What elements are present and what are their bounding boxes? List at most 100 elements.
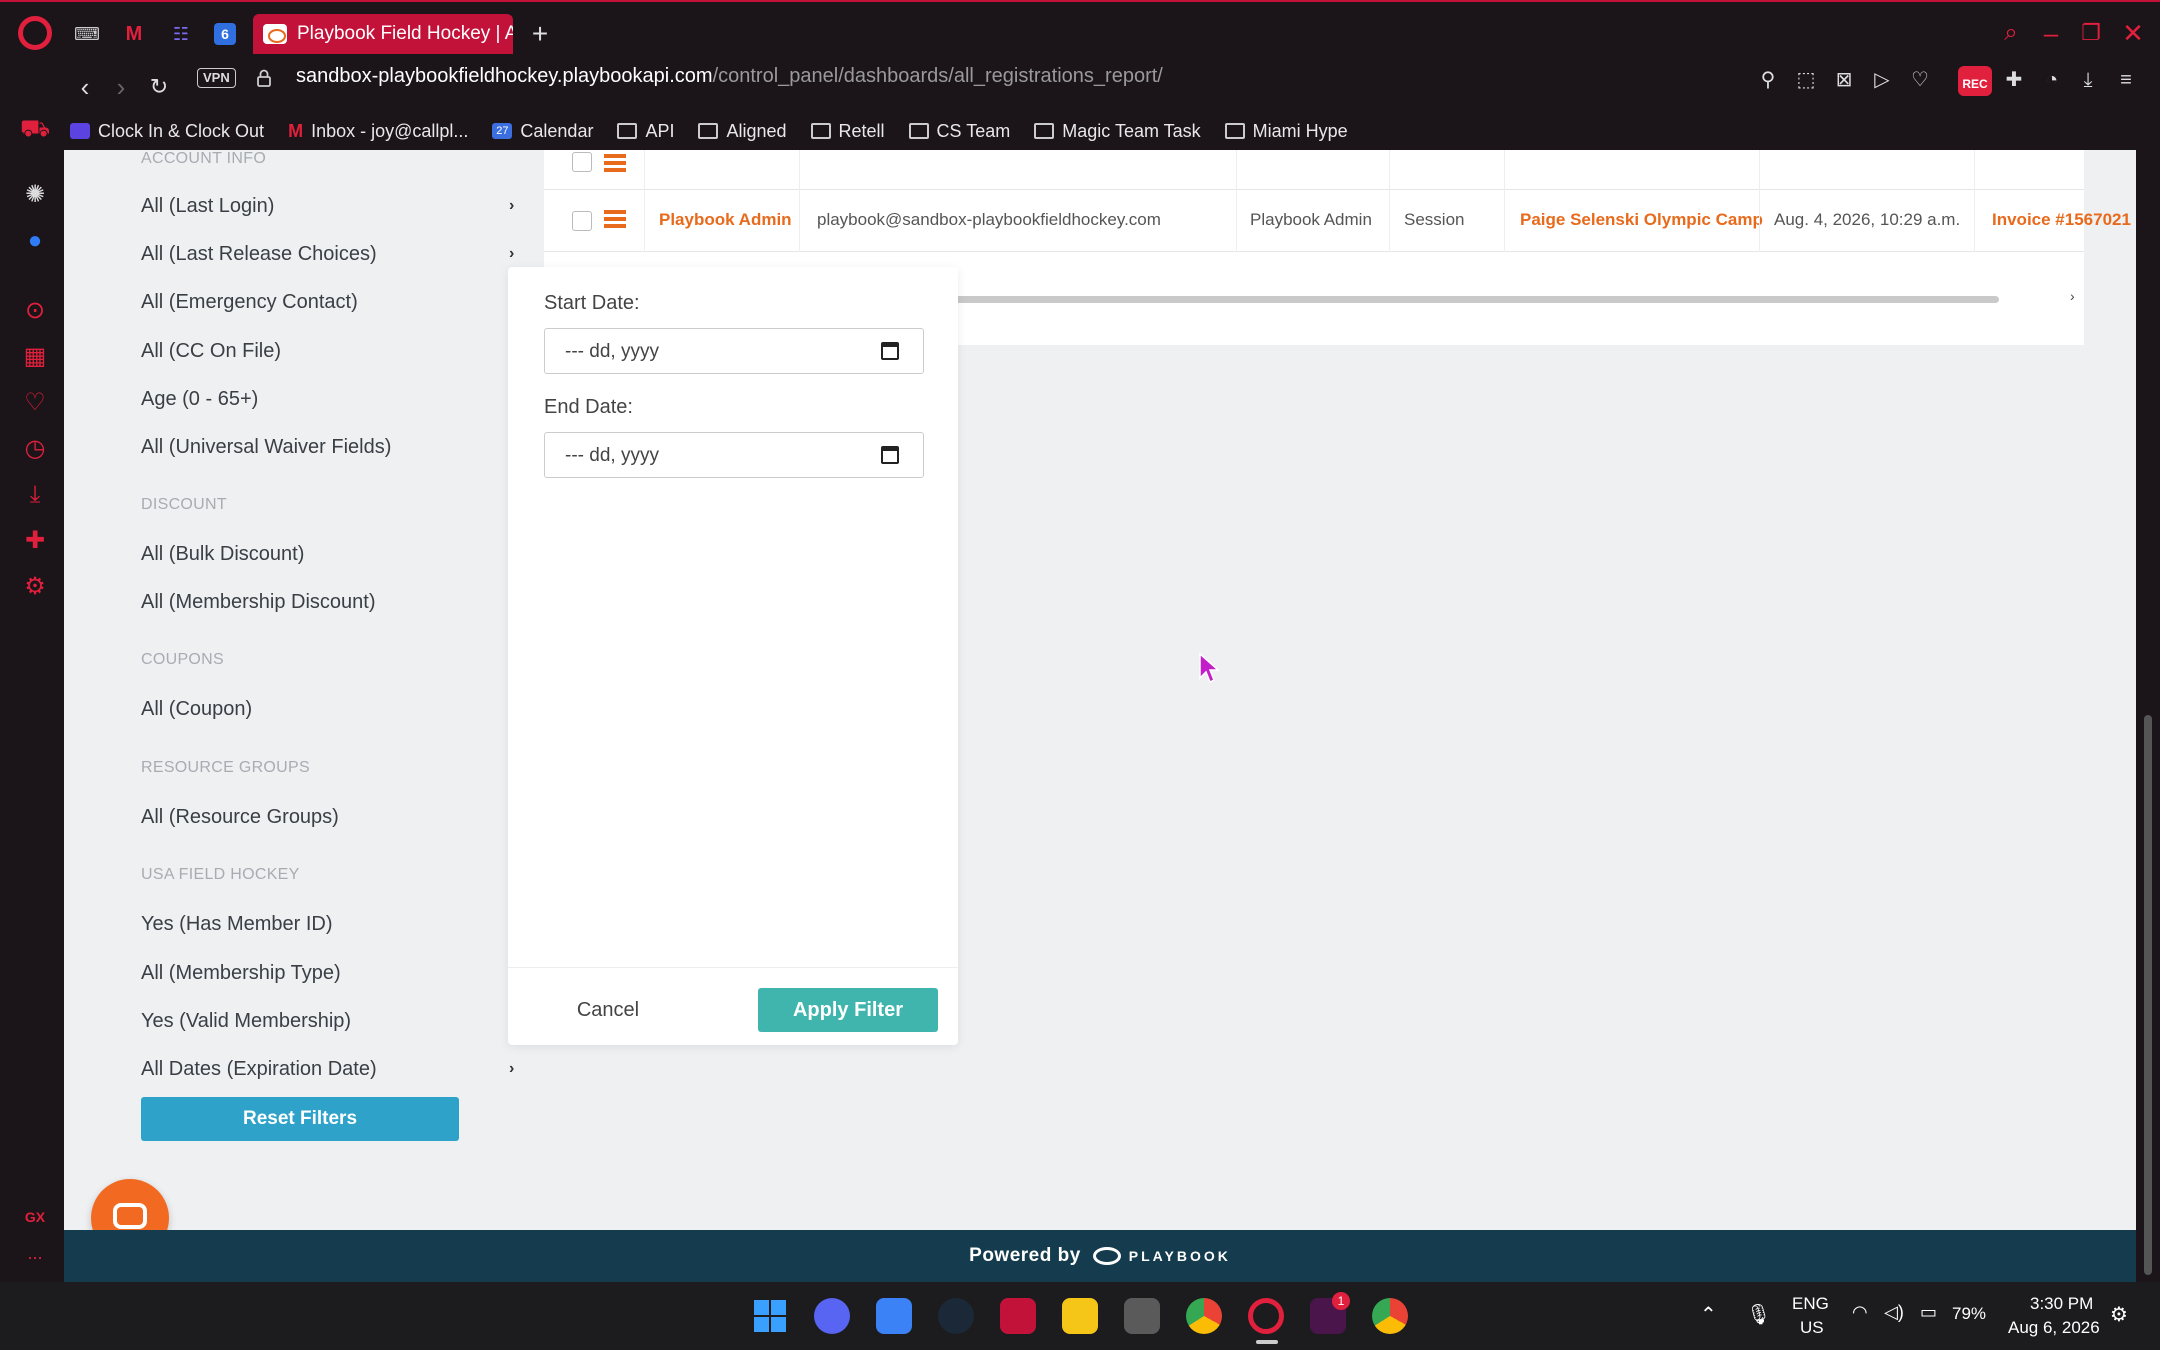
cell-name-link[interactable]: Playbook Admin bbox=[659, 210, 792, 230]
cancel-button[interactable]: Cancel bbox=[558, 988, 658, 1032]
volume-icon[interactable]: ◁) bbox=[1884, 1302, 1904, 1323]
gx-label[interactable]: GX bbox=[20, 1202, 50, 1232]
minimize-icon[interactable]: – bbox=[2034, 18, 2068, 48]
filter-has-member-id[interactable]: Yes (Has Member ID) bbox=[141, 913, 333, 936]
app-icon[interactable] bbox=[876, 1298, 912, 1334]
back-icon[interactable]: ‹ bbox=[70, 72, 100, 102]
new-tab-plus-icon[interactable]: + bbox=[525, 20, 555, 50]
settings-gear-icon[interactable]: ⚙ bbox=[20, 572, 50, 602]
list-icon[interactable] bbox=[604, 210, 626, 230]
profile-icon[interactable]: ◔ bbox=[2038, 66, 2066, 94]
filter-universal-waiver[interactable]: All (Universal Waiver Fields) bbox=[141, 436, 391, 459]
bookmark-inbox[interactable]: M Inbox - joy@callpl... bbox=[288, 121, 468, 142]
windows-start-icon[interactable] bbox=[752, 1298, 788, 1334]
row-checkbox[interactable] bbox=[572, 152, 592, 172]
bookmark-cs-team[interactable]: CS Team bbox=[908, 121, 1010, 142]
forward-icon[interactable]: › bbox=[106, 72, 136, 102]
chrome-icon[interactable] bbox=[1186, 1298, 1222, 1334]
scrollbar-thumb[interactable] bbox=[2144, 715, 2152, 1275]
cell-program-link[interactable]: Paige Selenski Olympic Camp bbox=[1520, 210, 1763, 230]
filter-last-release[interactable]: All (Last Release Choices) bbox=[141, 243, 377, 266]
filter-coupon[interactable]: All (Coupon) bbox=[141, 698, 252, 721]
calculator-icon[interactable] bbox=[1124, 1298, 1160, 1334]
filter-expiration-date[interactable]: All Dates (Expiration Date) bbox=[141, 1058, 377, 1081]
bookmark-api[interactable]: API bbox=[617, 121, 674, 142]
opera-logo-icon[interactable] bbox=[18, 16, 52, 50]
downloads-icon[interactable]: ⤓ bbox=[20, 480, 50, 510]
history-icon[interactable]: ◷ bbox=[20, 434, 50, 464]
adblock-icon[interactable]: ⊠ bbox=[1830, 66, 1858, 94]
start-date-input[interactable]: --- dd, yyyy bbox=[544, 328, 924, 374]
notification-icon[interactable]: ⚙ bbox=[2110, 1302, 2128, 1327]
restore-icon[interactable]: ❐ bbox=[2074, 18, 2108, 48]
cell-invoice-link[interactable]: Invoice #1567021 bbox=[1992, 210, 2131, 230]
lock-icon[interactable] bbox=[256, 69, 272, 87]
chrome-icon[interactable] bbox=[1372, 1298, 1408, 1334]
filter-last-login[interactable]: All (Last Login) bbox=[141, 195, 274, 218]
pin-icon[interactable]: ⚲ bbox=[1754, 66, 1782, 94]
filter-membership-discount[interactable]: All (Membership Discount) bbox=[141, 591, 376, 614]
recording-badge[interactable]: REC bbox=[1958, 66, 1992, 96]
more-icon[interactable]: ... bbox=[20, 1238, 50, 1268]
speed-dial-icon[interactable]: ▦ bbox=[20, 342, 50, 372]
clock-date[interactable]: Aug 6, 2026 bbox=[2008, 1318, 2100, 1338]
clock-time[interactable]: 3:30 PM bbox=[2030, 1294, 2093, 1314]
discord-icon[interactable] bbox=[814, 1298, 850, 1334]
calendar-picker-icon[interactable] bbox=[881, 446, 899, 464]
chevron-right-icon[interactable]: › bbox=[509, 197, 514, 215]
filter-age[interactable]: Age (0 - 65+) bbox=[141, 388, 258, 411]
filter-resource-groups[interactable]: All (Resource Groups) bbox=[141, 806, 339, 829]
player-icon[interactable]: ▷ bbox=[1868, 66, 1896, 94]
gmail-tab-icon[interactable]: M bbox=[120, 20, 148, 48]
snapshot-icon[interactable]: ⬚ bbox=[1792, 66, 1820, 94]
bookmark-clock-in[interactable]: Clock In & Clock Out bbox=[70, 121, 264, 142]
filter-bulk-discount[interactable]: All (Bulk Discount) bbox=[141, 543, 304, 566]
clickup-tab-icon[interactable]: ☷ bbox=[167, 20, 195, 48]
bookmark-aligned[interactable]: Aligned bbox=[698, 121, 787, 142]
player-sidebar-icon[interactable]: ⊙ bbox=[20, 296, 50, 326]
sticky-notes-icon[interactable] bbox=[1062, 1298, 1098, 1334]
bookmark-calendar[interactable]: 27 Calendar bbox=[492, 121, 593, 142]
filter-valid-membership[interactable]: Yes (Valid Membership) bbox=[141, 1010, 351, 1033]
download-icon[interactable]: ⤓ bbox=[2074, 66, 2102, 94]
language-label[interactable]: ENG bbox=[1792, 1294, 1829, 1314]
region-label[interactable]: US bbox=[1800, 1318, 1824, 1338]
filter-cc-on-file[interactable]: All (CC On File) bbox=[141, 340, 281, 363]
microphone-icon[interactable]: 🎙 bbox=[1746, 1302, 1771, 1327]
bookmark-miami-hype[interactable]: Miami Hype bbox=[1224, 121, 1348, 142]
scroll-right-icon[interactable]: › bbox=[2070, 288, 2075, 304]
extensions-icon[interactable]: ✚ bbox=[2000, 66, 2028, 94]
menu-icon[interactable]: ≡ bbox=[2112, 66, 2140, 94]
apply-filter-button[interactable]: Apply Filter bbox=[758, 988, 938, 1032]
extensions-sidebar-icon[interactable]: ✚ bbox=[20, 526, 50, 556]
scrollbar-thumb[interactable] bbox=[919, 296, 1999, 303]
bookmark-magic-team-task[interactable]: Magic Team Task bbox=[1034, 121, 1201, 142]
chevron-up-icon[interactable]: ⌃ bbox=[1700, 1302, 1717, 1327]
wifi-icon[interactable]: ◠ bbox=[1852, 1302, 1868, 1323]
filter-emergency-contact[interactable]: All (Emergency Contact) bbox=[141, 291, 358, 314]
reset-filters-button[interactable]: Reset Filters bbox=[141, 1097, 459, 1141]
calendar-picker-icon[interactable] bbox=[881, 342, 899, 360]
gx-corner-icon[interactable]: ⛟ bbox=[20, 114, 50, 144]
chevron-right-icon[interactable]: › bbox=[509, 1060, 514, 1078]
url-field[interactable]: sandbox-playbookfieldhockey.playbookapi.… bbox=[296, 65, 1163, 88]
game-controller-icon[interactable]: ⌨ bbox=[73, 20, 101, 48]
opera-gx-taskbar-icon[interactable] bbox=[1248, 1298, 1284, 1334]
row-checkbox[interactable] bbox=[572, 211, 592, 231]
chevron-right-icon[interactable]: › bbox=[509, 245, 514, 263]
end-date-input[interactable]: --- dd, yyyy bbox=[544, 432, 924, 478]
close-window-icon[interactable]: ✕ bbox=[2116, 18, 2150, 48]
valorant-icon[interactable] bbox=[1000, 1298, 1036, 1334]
battery-icon[interactable]: ▭ bbox=[1920, 1302, 1937, 1323]
vertical-scrollbar[interactable] bbox=[2136, 150, 2160, 1282]
vpn-badge[interactable]: VPN bbox=[197, 68, 236, 88]
list-icon[interactable] bbox=[604, 154, 626, 174]
search-icon[interactable]: ⌕ bbox=[1994, 18, 2028, 48]
heart-icon[interactable]: ♡ bbox=[1906, 66, 1934, 94]
filter-membership-type[interactable]: All (Membership Type) bbox=[141, 962, 341, 985]
bookmark-retell[interactable]: Retell bbox=[810, 121, 885, 142]
slack-icon[interactable]: 1 bbox=[1310, 1292, 1350, 1334]
favorites-icon[interactable]: ♡ bbox=[20, 388, 50, 418]
steam-icon[interactable] bbox=[938, 1298, 974, 1334]
messenger-icon[interactable]: ● bbox=[20, 226, 50, 256]
